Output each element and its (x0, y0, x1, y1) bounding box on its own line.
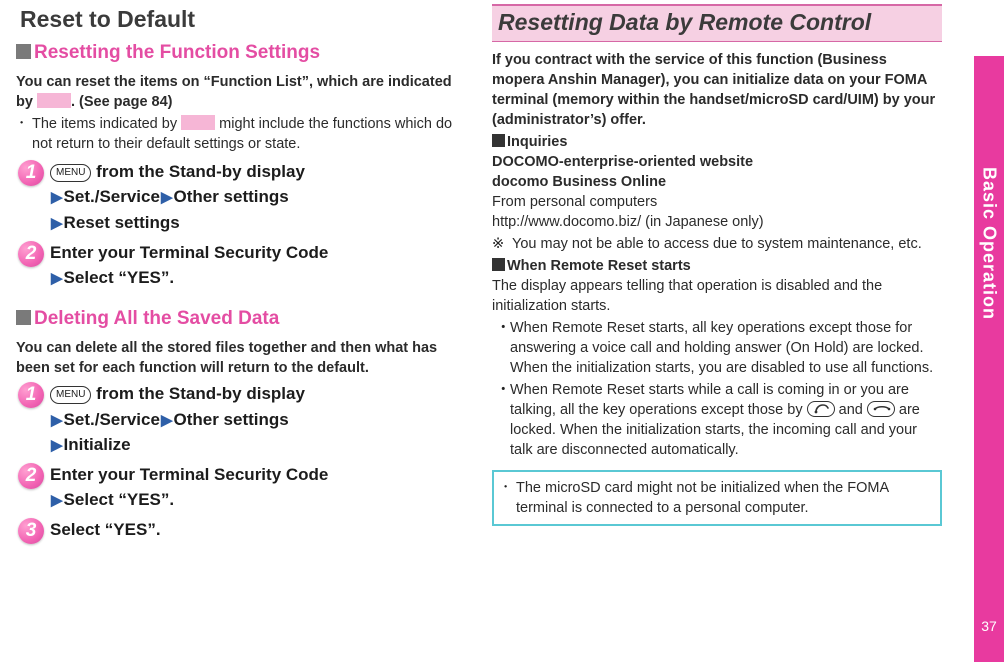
inq-line-4: http://www.docomo.biz/ (in Japanese only… (492, 212, 942, 232)
square-icon (492, 258, 505, 271)
square-icon (16, 310, 31, 325)
subhead-text-2: Deleting All the Saved Data (34, 308, 279, 329)
left-column: Reset to Default Resetting the Function … (6, 0, 476, 662)
step1-d: Reset settings (64, 213, 180, 232)
remote-reset-header: When Remote Reset starts (492, 256, 942, 276)
step-number-2: 2 (18, 241, 44, 267)
inq-line-3: From personal computers (492, 192, 942, 212)
middle-dot-icon: ・ (496, 380, 510, 460)
page-spread: Reset to Default Resetting the Function … (0, 0, 1004, 662)
bullet-note: ･ The items indicated by might include t… (18, 114, 466, 154)
reference-mark-icon: ※ (492, 234, 512, 254)
side-tab: Basic Operation 37 (974, 0, 1004, 662)
step2-a: Enter your Terminal Security Code (50, 241, 466, 264)
side-tab-white (974, 0, 1004, 56)
page-number: 37 (974, 618, 1004, 634)
d-step-1-body: MENU from the Stand-by display ▶Set./Ser… (50, 382, 466, 459)
d-step-2-body: Enter your Terminal Security Code ▶Selec… (50, 463, 466, 514)
inq-hdr-text: Inquiries (507, 134, 567, 150)
reset-intro: You can reset the items on “Function Lis… (16, 72, 466, 112)
kome-note: ※ You may not be able to access due to s… (492, 234, 942, 254)
step-2-reset: 2 Enter your Terminal Security Code ▶Sel… (18, 241, 466, 292)
bullet-dot: ･ (502, 478, 516, 518)
end-key-icon (867, 401, 895, 417)
section-title-remote: Resetting Data by Remote Control (492, 4, 942, 42)
rr-bullet-2: ・ When Remote Reset starts while a call … (496, 380, 942, 460)
call-key-icon (807, 401, 835, 417)
step-number-1: 1 (18, 160, 44, 186)
triangle-icon: ▶ (51, 412, 63, 429)
triangle-icon: ▶ (51, 270, 63, 287)
step-3-delete: 3 Select “YES”. (18, 518, 466, 544)
rr-hdr-text: When Remote Reset starts (507, 258, 691, 274)
triangle-icon: ▶ (51, 437, 63, 454)
step1-lead: from the Stand-by display (91, 162, 304, 181)
step1-b: Set./Service (64, 187, 160, 206)
step2-b: Select “YES”. (64, 268, 175, 287)
rr-b2-text: When Remote Reset starts while a call is… (510, 380, 942, 460)
rr-b2b: and (835, 402, 867, 418)
d-step2-b: Select “YES”. (64, 490, 175, 509)
d-step1-d: Initialize (64, 435, 131, 454)
remote-intro: If you contract with the service of this… (492, 50, 942, 130)
triangle-icon: ▶ (51, 492, 63, 509)
note-text: The microSD card might not be initialize… (516, 478, 932, 518)
rr-paragraph: The display appears telling that operati… (492, 276, 942, 316)
bullet-text-a: The items indicated by (32, 116, 181, 132)
triangle-icon: ▶ (51, 215, 63, 232)
rr-bullet-1: ・ When Remote Reset starts, all key oper… (496, 318, 942, 378)
side-tab-label: Basic Operation (979, 167, 1000, 320)
d-step3: Select “YES”. (50, 518, 466, 541)
subhead-reset-function: Resetting the Function Settings (16, 40, 466, 66)
right-column: Resetting Data by Remote Control If you … (482, 0, 952, 662)
rr-b1a: When Remote Reset starts, all key operat… (510, 320, 923, 356)
triangle-icon: ▶ (161, 189, 173, 206)
pink-swatch-icon (181, 115, 215, 130)
rr-b1b: When the initialization starts, you are … (510, 360, 933, 376)
reset-intro-b: . (See page 84) (71, 94, 173, 110)
d-step1-b: Set./Service (64, 410, 160, 429)
inquiries-header: Inquiries (492, 132, 942, 152)
kome-text: You may not be able to access due to sys… (512, 234, 942, 254)
step-number-3: 3 (18, 518, 44, 544)
menu-key-icon: MENU (50, 164, 91, 182)
step-2-body: Enter your Terminal Security Code ▶Selec… (50, 241, 466, 292)
pink-swatch-icon (37, 93, 71, 108)
inq-line-1: DOCOMO-enterprise-oriented website (492, 152, 942, 172)
step-2-delete: 2 Enter your Terminal Security Code ▶Sel… (18, 463, 466, 514)
step-1-reset: 1 MENU from the Stand-by display ▶Set./S… (18, 160, 466, 237)
delete-intro: You can delete all the stored files toge… (16, 338, 466, 378)
d-step1-c: Other settings (174, 410, 289, 429)
square-icon (16, 44, 31, 59)
section-title-reset: Reset to Default (20, 4, 466, 36)
d-step1-lead: from the Stand-by display (91, 384, 304, 403)
rr-b1-text: When Remote Reset starts, all key operat… (510, 318, 942, 378)
middle-dot-icon: ・ (496, 318, 510, 378)
note-box: ･ The microSD card might not be initiali… (492, 470, 942, 526)
step-1-delete: 1 MENU from the Stand-by display ▶Set./S… (18, 382, 466, 459)
triangle-icon: ▶ (51, 189, 63, 206)
square-icon (492, 134, 505, 147)
bullet-text: The items indicated by might include the… (32, 114, 466, 154)
subhead-delete-data: Deleting All the Saved Data (16, 306, 466, 332)
step-number-2: 2 (18, 463, 44, 489)
step-1-body: MENU from the Stand-by display ▶Set./Ser… (50, 160, 466, 237)
inq-line-2: docomo Business Online (492, 172, 942, 192)
d-step-3-body: Select “YES”. (50, 518, 466, 544)
step1-c: Other settings (174, 187, 289, 206)
bullet-dot: ･ (18, 114, 32, 154)
step-number-1: 1 (18, 382, 44, 408)
subhead-text: Resetting the Function Settings (34, 42, 320, 63)
d-step2-a: Enter your Terminal Security Code (50, 463, 466, 486)
side-tab-pink: Basic Operation (974, 56, 1004, 662)
triangle-icon: ▶ (161, 412, 173, 429)
menu-key-icon: MENU (50, 386, 91, 404)
